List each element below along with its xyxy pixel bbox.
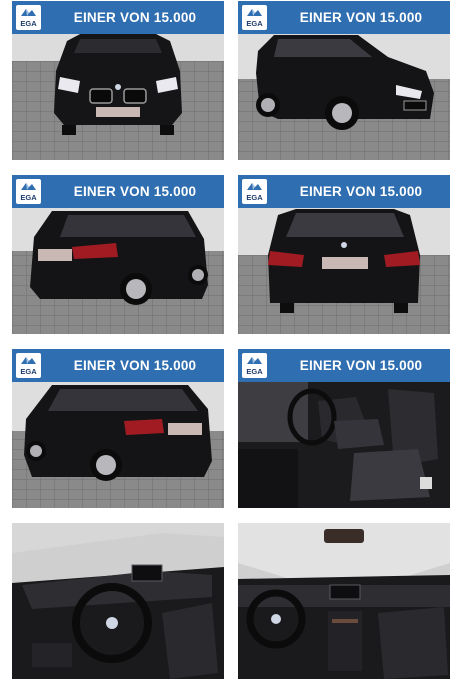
dashboard-center-photo <box>238 523 450 679</box>
promo-banner: EGA EINER VON 15.000 <box>12 1 224 34</box>
photo-tile-rear[interactable]: EGA EINER VON 15.000 <box>238 175 450 334</box>
photo-tile-side[interactable]: EGA EINER VON 15.000 <box>12 349 224 508</box>
promo-banner: EGA EINER VON 15.000 <box>238 1 450 34</box>
promo-banner: EGA EINER VON 15.000 <box>238 349 450 382</box>
logo-text: EGA <box>246 192 263 202</box>
banner-text: EINER VON 15.000 <box>73 10 197 25</box>
promo-banner: EGA EINER VON 15.000 <box>12 349 224 382</box>
ega-logo: EGA <box>242 5 267 30</box>
photo-tile-dashboard-driver[interactable] <box>12 523 224 679</box>
ega-logo: EGA <box>16 179 41 204</box>
banner-text: EINER VON 15.000 <box>73 184 197 199</box>
banner-text: EINER VON 15.000 <box>299 10 423 25</box>
banner-text: EINER VON 15.000 <box>299 358 423 373</box>
logo-text: EGA <box>20 18 37 28</box>
banner-text: EINER VON 15.000 <box>73 358 197 373</box>
logo-text: EGA <box>246 18 263 28</box>
promo-banner: EGA EINER VON 15.000 <box>238 175 450 208</box>
banner-text: EINER VON 15.000 <box>299 184 423 199</box>
logo-text: EGA <box>246 366 263 376</box>
dashboard-driver-photo <box>12 523 224 679</box>
photo-tile-dashboard-center[interactable] <box>238 523 450 679</box>
photo-tile-front-side[interactable]: EGA EINER VON 15.000 <box>238 1 450 160</box>
logo-text: EGA <box>20 366 37 376</box>
promo-banner: EGA EINER VON 15.000 <box>12 175 224 208</box>
logo-text: EGA <box>20 192 37 202</box>
ega-logo: EGA <box>16 5 41 30</box>
photo-tile-front-seats[interactable]: EGA EINER VON 15.000 <box>238 349 450 508</box>
ega-logo: EGA <box>242 353 267 378</box>
ega-logo: EGA <box>242 179 267 204</box>
photo-tile-front[interactable]: EGA EINER VON 15.000 <box>12 1 224 160</box>
photo-tile-rear-side[interactable]: EGA EINER VON 15.000 <box>12 175 224 334</box>
ega-logo: EGA <box>16 353 41 378</box>
